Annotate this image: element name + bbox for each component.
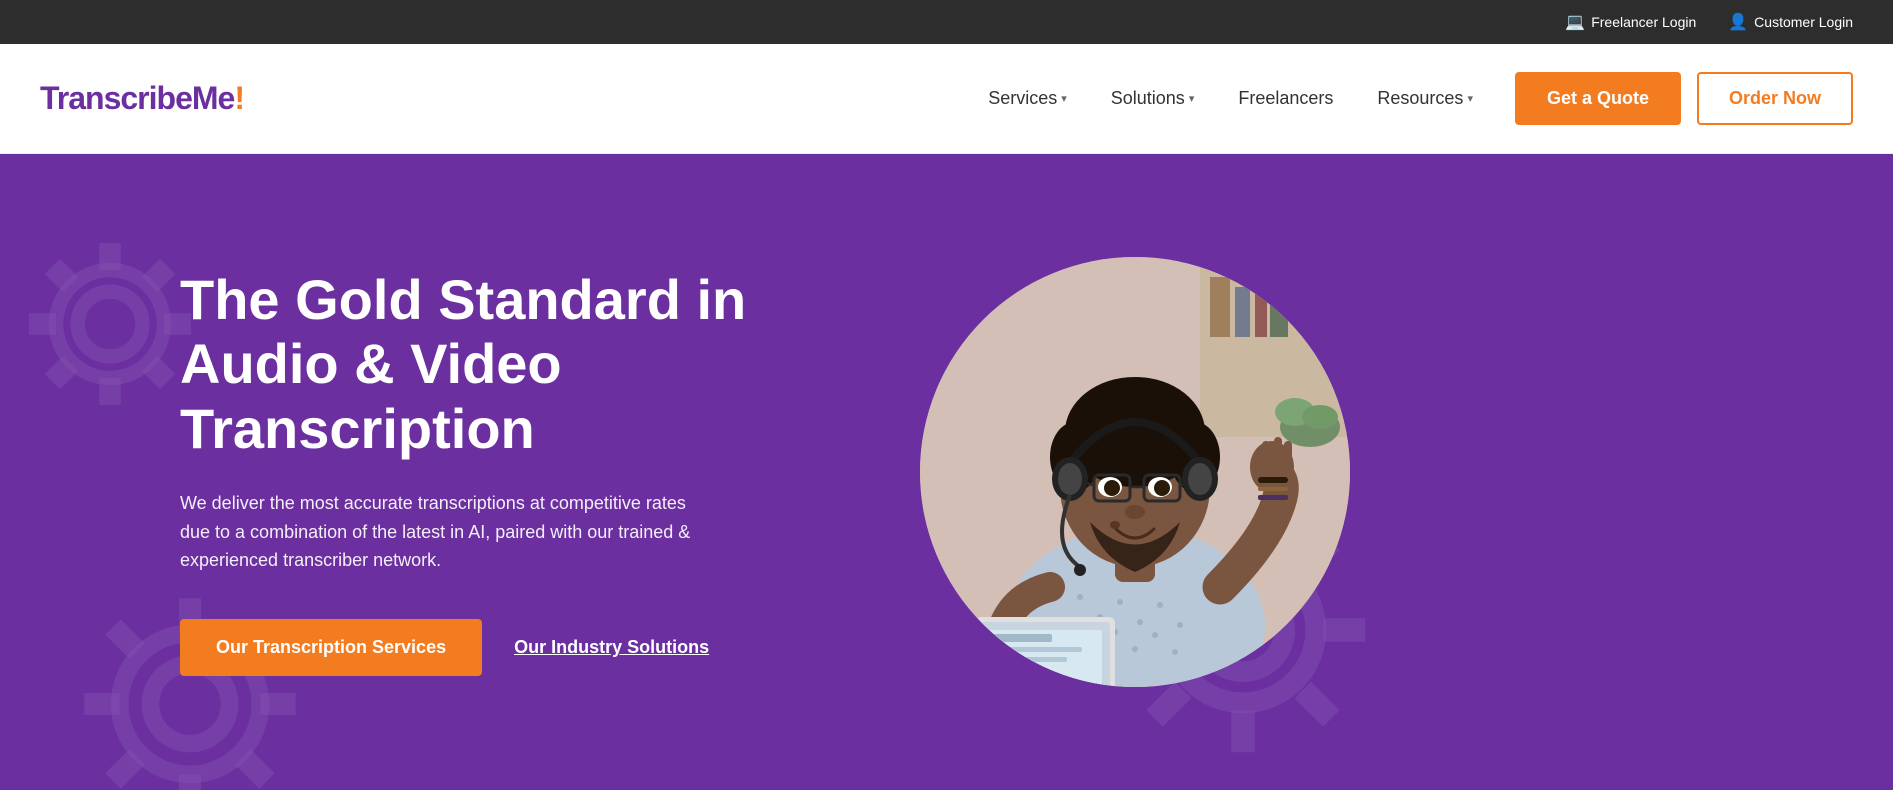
hero-image-container bbox=[920, 257, 1350, 687]
customer-login-link[interactable]: 👤 Customer Login bbox=[1728, 12, 1853, 32]
nav-resources-label: Resources bbox=[1377, 88, 1463, 109]
person-svg bbox=[920, 257, 1350, 687]
logo-transcribeme: TranscribeMe bbox=[40, 80, 234, 116]
main-nav: Services ▾ Solutions ▾ Freelancers Resou… bbox=[970, 72, 1853, 125]
user-circle-icon: 👤 bbox=[1728, 12, 1748, 32]
header: TranscribeMe! Services ▾ Solutions ▾ Fre… bbox=[0, 44, 1893, 154]
hero-title: The Gold Standard in Audio & Video Trans… bbox=[180, 268, 840, 461]
hero-section: The Gold Standard in Audio & Video Trans… bbox=[0, 154, 1893, 790]
logo[interactable]: TranscribeMe! bbox=[40, 80, 244, 117]
chevron-down-icon: ▾ bbox=[1467, 92, 1473, 105]
logo-text: TranscribeMe! bbox=[40, 80, 244, 117]
top-bar: 💻 Freelancer Login 👤 Customer Login bbox=[0, 0, 1893, 44]
freelancer-login-label: Freelancer Login bbox=[1591, 14, 1696, 30]
nav-solutions[interactable]: Solutions ▾ bbox=[1093, 78, 1213, 119]
order-now-button[interactable]: Order Now bbox=[1697, 72, 1853, 125]
industry-solutions-button[interactable]: Our Industry Solutions bbox=[514, 637, 709, 658]
laptop-icon: 💻 bbox=[1565, 12, 1585, 32]
chevron-down-icon: ▾ bbox=[1061, 92, 1067, 105]
transcription-services-button[interactable]: Our Transcription Services bbox=[180, 619, 482, 676]
customer-login-label: Customer Login bbox=[1754, 14, 1853, 30]
hero-person-image bbox=[920, 257, 1350, 687]
gear-icon-1 bbox=[20, 234, 200, 414]
nav-freelancers[interactable]: Freelancers bbox=[1220, 78, 1351, 119]
nav-resources[interactable]: Resources ▾ bbox=[1359, 78, 1491, 119]
nav-services-label: Services bbox=[988, 88, 1057, 109]
hero-content: The Gold Standard in Audio & Video Trans… bbox=[180, 268, 840, 677]
logo-exclaim: ! bbox=[234, 80, 244, 116]
hero-subtitle: We deliver the most accurate transcripti… bbox=[180, 489, 700, 575]
freelancer-login-link[interactable]: 💻 Freelancer Login bbox=[1565, 12, 1696, 32]
get-quote-button[interactable]: Get a Quote bbox=[1515, 72, 1681, 125]
hero-buttons: Our Transcription Services Our Industry … bbox=[180, 619, 840, 676]
nav-freelancers-label: Freelancers bbox=[1238, 88, 1333, 109]
chevron-down-icon: ▾ bbox=[1189, 92, 1195, 105]
nav-solutions-label: Solutions bbox=[1111, 88, 1185, 109]
nav-services[interactable]: Services ▾ bbox=[970, 78, 1085, 119]
